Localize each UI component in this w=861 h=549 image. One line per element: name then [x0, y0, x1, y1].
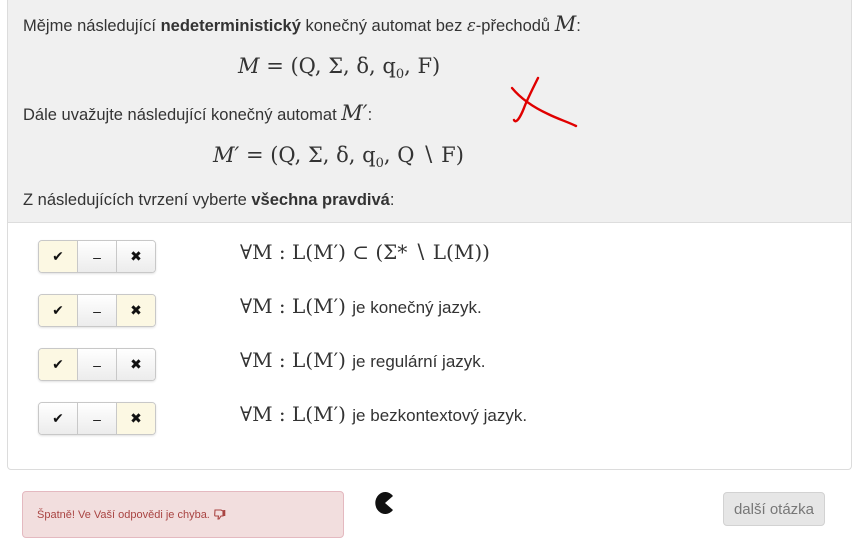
- next-question-button[interactable]: další otázka: [723, 492, 825, 526]
- red-cross-scribble: [510, 76, 578, 128]
- true-button[interactable]: ✔: [39, 295, 78, 326]
- false-button[interactable]: ✖: [117, 295, 155, 326]
- false-button[interactable]: ✖: [117, 403, 155, 434]
- false-button[interactable]: ✖: [117, 349, 155, 380]
- neutral-button[interactable]: –: [78, 241, 117, 272]
- true-button[interactable]: ✔: [39, 349, 78, 380]
- question-panel: Mějme následující nedeterministický kone…: [7, 0, 852, 470]
- option-row-4: ✔ – ✖ ∀M : L(M′) je bezkontextový jazyk.: [8, 402, 851, 442]
- neutral-button[interactable]: –: [78, 295, 117, 326]
- answer-button-group: ✔ – ✖: [38, 294, 156, 327]
- neutral-button[interactable]: –: [78, 403, 117, 434]
- option-statement: ∀M : L(M′) je regulární jazyk.: [240, 348, 486, 372]
- formula-M-prime: M′ = (Q, Σ, δ, q0, Q ∖ F): [213, 143, 464, 172]
- option-statement: ∀M : L(M′) je konečný jazyk.: [240, 294, 482, 318]
- answer-button-group: ✔ – ✖: [38, 348, 156, 381]
- false-button[interactable]: ✖: [117, 241, 155, 272]
- formula-M: M = (Q, Σ, δ, q0, F): [238, 54, 441, 83]
- second-text: Dále uvažujte následující konečný automa…: [23, 101, 373, 125]
- option-row-2: ✔ – ✖ ∀M : L(M′) je konečný jazyk.: [8, 294, 851, 334]
- feedback-message: Špatně! Ve Vaší odpovědi je chyba.: [37, 508, 210, 521]
- option-row-3: ✔ – ✖ ∀M : L(M′) je regulární jazyk.: [8, 348, 851, 388]
- option-statement: ∀M : L(M′) je bezkontextový jazyk.: [240, 402, 528, 426]
- feedback-alert: Špatně! Ve Vaší odpovědi je chyba.: [22, 491, 344, 538]
- question-header: Mějme následující nedeterministický kone…: [8, 0, 851, 223]
- neutral-button[interactable]: –: [78, 349, 117, 380]
- next-question-label: další otázka: [733, 500, 815, 518]
- answer-button-group: ✔ – ✖: [38, 240, 156, 273]
- answer-button-group: ✔ – ✖: [38, 402, 156, 435]
- true-button[interactable]: ✔: [39, 241, 78, 272]
- option-statement: ∀M : L(M′) ⊂ (Σ* ∖ L(M)): [240, 240, 490, 264]
- intro-text: Mějme následující nedeterministický kone…: [23, 12, 581, 36]
- pacman-icon: [375, 492, 393, 514]
- true-button[interactable]: ✔: [39, 403, 78, 434]
- thumbs-down-icon: [214, 509, 226, 520]
- option-row-1: ✔ – ✖ ∀M : L(M′) ⊂ (Σ* ∖ L(M)): [8, 240, 851, 280]
- instruction-text: Z následujících tvrzení vyberte všechna …: [23, 191, 395, 209]
